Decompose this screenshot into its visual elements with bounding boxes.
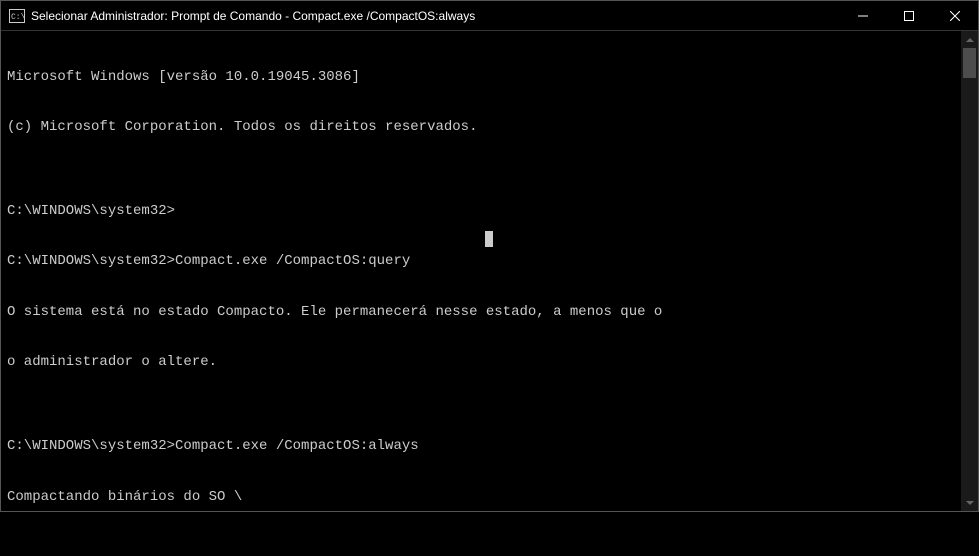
- maximize-button[interactable]: [886, 1, 932, 30]
- svg-text:C:\: C:\: [11, 13, 25, 22]
- output-line: o administrador o altere.: [7, 354, 955, 371]
- output-line: Compactando binários do SO \: [7, 489, 955, 506]
- minimize-button[interactable]: [840, 1, 886, 30]
- cmd-icon: C:\: [9, 9, 25, 23]
- output-line: O sistema está no estado Compacto. Ele p…: [7, 304, 955, 321]
- scroll-thumb[interactable]: [963, 48, 976, 78]
- window-controls: [840, 1, 978, 30]
- terminal-output[interactable]: Microsoft Windows [versão 10.0.19045.308…: [1, 31, 961, 511]
- prompt-line: C:\WINDOWS\system32>Compact.exe /Compact…: [7, 253, 955, 270]
- prompt-line: C:\WINDOWS\system32>Compact.exe /Compact…: [7, 438, 955, 455]
- titlebar: C:\ Selecionar Administrador: Prompt de …: [1, 1, 978, 31]
- scroll-up-arrow[interactable]: [961, 31, 978, 48]
- output-line: (c) Microsoft Corporation. Todos os dire…: [7, 119, 955, 136]
- output-line: Microsoft Windows [versão 10.0.19045.308…: [7, 69, 955, 86]
- window-title: Selecionar Administrador: Prompt de Coma…: [31, 9, 840, 23]
- scroll-down-arrow[interactable]: [961, 494, 978, 511]
- text-cursor: [485, 231, 493, 247]
- vertical-scrollbar[interactable]: [961, 31, 978, 511]
- prompt-line: C:\WINDOWS\system32>: [7, 203, 955, 220]
- close-button[interactable]: [932, 1, 978, 30]
